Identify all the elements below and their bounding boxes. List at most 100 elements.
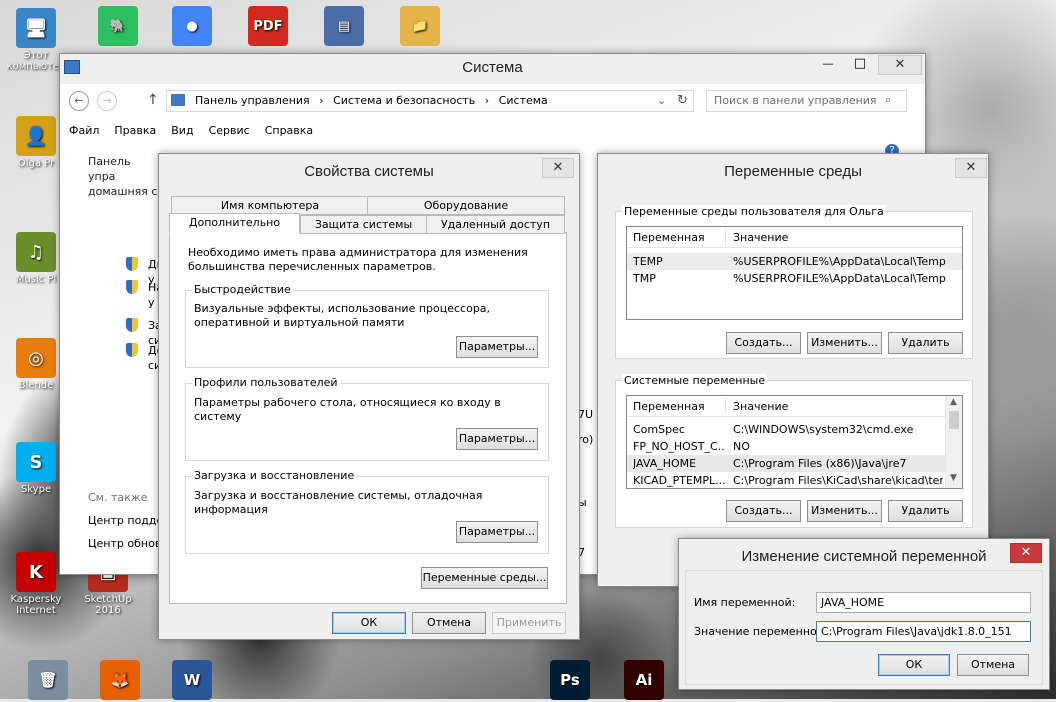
profiles-settings-button[interactable]: Параметры... [456, 428, 538, 450]
table-row[interactable]: TMP %USERPROFILE%\AppData\Local\Temp [627, 270, 962, 287]
tab-hardware[interactable]: Оборудование [367, 196, 565, 215]
app-icon: ♫ [16, 232, 56, 272]
refresh-icon[interactable]: ↻ [677, 93, 688, 108]
app-icon: 🖥 [16, 8, 56, 48]
app-icon: 📁 [400, 6, 440, 46]
maximize-button[interactable]: □ [846, 56, 874, 71]
tab-system-protection[interactable]: Защита системы [300, 215, 427, 234]
admin-note: Необходимо иметь права администратора дл… [188, 246, 528, 273]
cancel-button[interactable]: Отмена [957, 654, 1029, 676]
table-row[interactable]: JAVA_HOME C:\Program Files (x86)\Java\jre… [627, 455, 945, 472]
tab-remote[interactable]: Удаленный доступ [426, 215, 565, 234]
app-icon: W [172, 660, 212, 700]
cancel-button[interactable]: Отмена [412, 612, 486, 634]
breadcrumb-item[interactable]: Система [499, 94, 548, 107]
table-cell: KICAD_PTEMPL... [633, 474, 725, 487]
menu-bar: Файл Правка Вид Сервис Справка [69, 124, 328, 137]
system-new-button[interactable]: Создать... [726, 500, 801, 522]
menu-item[interactable]: Сервис [209, 124, 250, 137]
variable-name-field[interactable]: JAVA_HOME [816, 592, 1031, 613]
scrollbar[interactable]: ▲ ▼ [945, 396, 962, 488]
table-cell: TMP [633, 272, 656, 285]
close-button[interactable]: ✕ [1010, 543, 1042, 563]
profiles-text: Параметры рабочего стола, относящиеся ко… [194, 396, 501, 423]
address-bar[interactable]: Панель управления › Система и безопаснос… [166, 90, 694, 112]
dropdown-icon[interactable]: ⌄ [657, 94, 666, 107]
desktop-icon[interactable]: 🦊 [88, 660, 152, 702]
forward-icon[interactable]: → [97, 91, 117, 111]
apply-button[interactable]: Применить [492, 612, 566, 634]
environment-variables-button[interactable]: Переменные среды... [421, 567, 548, 589]
ok-button[interactable]: ОК [332, 612, 406, 634]
back-icon[interactable]: ← [69, 91, 89, 111]
up-icon[interactable]: ↑ [147, 92, 159, 108]
desktop-icon[interactable]: Ai [612, 660, 676, 702]
close-button[interactable]: ✕ [878, 55, 922, 75]
desktop-icon[interactable]: ● [160, 6, 224, 48]
table-cell: JAVA_HOME [633, 457, 697, 470]
app-icon: 🐘 [98, 6, 138, 46]
desktop-icon[interactable]: 🗑 [16, 660, 80, 702]
column-header[interactable]: Значение [733, 231, 788, 244]
scroll-down-icon[interactable]: ▼ [950, 473, 957, 483]
desktop-icon[interactable]: Ps [538, 660, 602, 702]
menu-item[interactable]: Правка [114, 124, 156, 137]
variable-value-field[interactable]: C:\Program Files\Java\jdk1.8.0_151 [816, 621, 1031, 642]
menu-item[interactable]: Файл [69, 124, 99, 137]
search-icon[interactable]: ⌕ [885, 93, 891, 107]
tab-advanced[interactable]: Дополнительно [169, 213, 300, 234]
ok-button[interactable]: ОК [878, 654, 950, 676]
see-also-link[interactable]: Центр обнов [88, 537, 161, 550]
editvar-title: Изменение системной переменной [741, 548, 987, 565]
see-also-link[interactable]: Центр подде [88, 514, 163, 527]
desktop-icon[interactable]: 🐘 [86, 6, 150, 48]
scroll-up-icon[interactable]: ▲ [950, 397, 957, 407]
breadcrumb-item[interactable]: Система и безопасность [333, 94, 475, 107]
window-menu-icon[interactable] [64, 60, 80, 74]
breadcrumb-item[interactable]: Панель управления [195, 94, 310, 107]
system-edit-button[interactable]: Изменить... [807, 500, 882, 522]
close-button[interactable]: ✕ [955, 158, 987, 178]
table-row[interactable]: TEMP %USERPROFILE%\AppData\Local\Temp [627, 253, 962, 270]
table-row[interactable]: FP_NO_HOST_C... NO [627, 438, 945, 455]
minimize-button[interactable]: — [814, 57, 842, 70]
envvars-title: Переменные среды [724, 163, 862, 180]
desktop-icon[interactable]: 📁 [388, 6, 452, 48]
desktop-icon[interactable]: ▤ [312, 6, 376, 48]
close-button[interactable]: ✕ [542, 158, 574, 178]
app-icon: 👤 [16, 116, 56, 156]
user-vars-label: Переменные среды пользователя для Ольга [622, 205, 886, 218]
edit-variable-dialog: Изменение системной переменной ✕ Имя пер… [678, 538, 1050, 690]
app-icon: K [16, 552, 56, 592]
performance-text: Визуальные эффекты, использование процес… [194, 302, 491, 329]
menu-item[interactable]: Вид [171, 124, 193, 137]
user-edit-button[interactable]: Изменить... [807, 332, 882, 354]
performance-settings-button[interactable]: Параметры... [456, 336, 538, 358]
see-also-label: См. также [88, 491, 148, 504]
search-placeholder: Поиск в панели управления [714, 94, 877, 107]
startup-settings-button[interactable]: Параметры... [456, 521, 538, 543]
column-header[interactable]: Значение [733, 400, 788, 413]
app-icon: ◎ [16, 338, 56, 378]
system-window-title: Система [462, 59, 523, 76]
user-delete-button[interactable]: Удалить [888, 332, 963, 354]
scroll-thumb[interactable] [949, 411, 959, 429]
shield-icon [126, 318, 138, 332]
table-row[interactable]: KICAD_PTEMPL... C:\Program Files\KiCad\sh… [627, 472, 945, 488]
table-cell: TEMP [633, 255, 663, 268]
menu-item[interactable]: Справка [265, 124, 313, 137]
app-icon: S [16, 442, 56, 482]
system-delete-button[interactable]: Удалить [888, 500, 963, 522]
user-new-button[interactable]: Создать... [726, 332, 801, 354]
desktop-icon[interactable]: W [160, 660, 224, 702]
control-panel-home-link[interactable]: Панель упра домашняя с [88, 154, 158, 199]
user-vars-list[interactable]: Переменная Значение TEMP %USERPROFILE%\Ap… [626, 226, 963, 320]
app-icon: Ai [624, 660, 664, 700]
search-input[interactable]: Поиск в панели управления ⌕ [706, 90, 907, 112]
column-header[interactable]: Переменная [633, 231, 705, 244]
column-header[interactable]: Переменная [633, 400, 705, 413]
desktop-icon[interactable]: PDF [236, 6, 300, 48]
table-row[interactable]: ComSpec C:\WINDOWS\system32\cmd.exe [627, 421, 945, 438]
system-vars-label: Системные переменные [622, 374, 768, 387]
system-vars-list[interactable]: Переменная Значение ComSpec C:\WINDOWS\sy… [626, 395, 963, 489]
